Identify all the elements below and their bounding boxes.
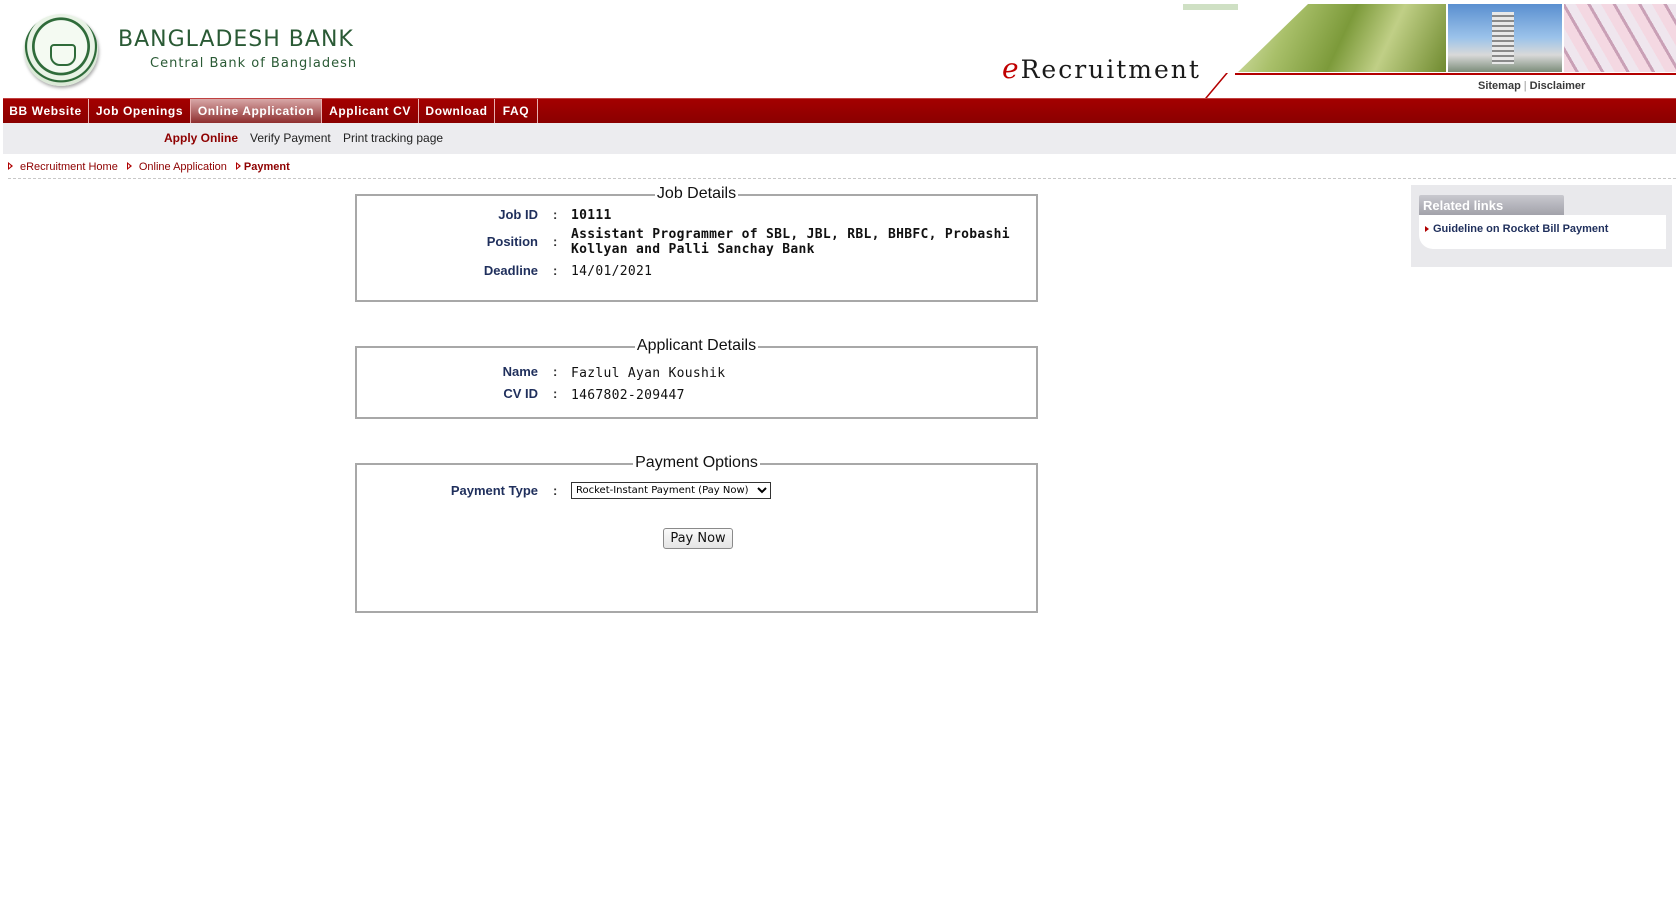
- breadcrumb-home-link[interactable]: eRecruitment Home: [20, 161, 118, 173]
- position-label: Position: [486, 234, 538, 249]
- cv-id-value: 1467802-209447: [571, 388, 685, 403]
- subnav-apply-online[interactable]: Apply Online: [164, 131, 238, 145]
- related-links-title: Related links: [1419, 195, 1564, 215]
- applicant-details-legend: Applicant Details: [634, 337, 759, 354]
- name-value: Fazlul Ayan Koushik: [571, 366, 726, 381]
- top-links: Sitemap | Disclaimer: [1478, 80, 1585, 92]
- cv-id-colon: :: [553, 386, 558, 401]
- breadcrumb-online-application-link[interactable]: Online Application: [139, 161, 227, 173]
- job-id-label: Job ID: [498, 207, 538, 222]
- rice-field-photo: [1238, 4, 1446, 72]
- erecruitment-title: eRecruitment: [1002, 52, 1201, 85]
- nav-job-openings[interactable]: Job Openings: [89, 99, 191, 123]
- bullet-arrow-icon: [1425, 226, 1429, 232]
- related-links-body: Guideline on Rocket Bill Payment: [1419, 215, 1666, 249]
- bank-name: BANGLADESH BANK: [118, 27, 354, 52]
- nav-bb-website[interactable]: BB Website: [3, 99, 89, 123]
- erecruitment-e-glyph: e: [1002, 52, 1021, 85]
- payment-type-label: Payment Type: [450, 483, 538, 498]
- sub-nav: Apply Online Verify Payment Print tracki…: [3, 123, 1676, 154]
- position-value: Assistant Programmer of SBL, JBL, RBL, B…: [571, 227, 1010, 257]
- pay-now-button[interactable]: Pay Now: [663, 528, 733, 549]
- breadcrumb: eRecruitment Home Online Application Payme…: [8, 161, 290, 173]
- related-links-panel: Related links Guideline on Rocket Bill P…: [1411, 185, 1672, 267]
- erecruitment-word: Recruitment: [1020, 55, 1201, 84]
- header-red-slant: [1203, 73, 1228, 100]
- breadcrumb-current: Payment: [243, 161, 290, 173]
- payment-options-box: Payment Options Payment Type : Rocket-In…: [355, 454, 1038, 613]
- bank-logo[interactable]: [24, 14, 98, 86]
- breadcrumb-arrow-icon: [126, 162, 132, 171]
- cv-id-label: CV ID: [503, 386, 538, 401]
- payment-options-legend: Payment Options: [633, 454, 760, 471]
- deadline-value: 14/01/2021: [571, 264, 653, 279]
- header-photo-strip: [1238, 4, 1676, 72]
- job-id-value: 10111: [571, 208, 612, 223]
- job-details-legend: Job Details: [654, 185, 739, 202]
- nav-online-application[interactable]: Online Application: [191, 99, 322, 123]
- subnav-verify-payment[interactable]: Verify Payment: [250, 131, 331, 145]
- top-links-separator: |: [1523, 80, 1527, 92]
- job-id-colon: :: [553, 207, 558, 222]
- sitemap-link[interactable]: Sitemap: [1478, 80, 1521, 92]
- name-label: Name: [502, 364, 538, 379]
- payment-type-select[interactable]: Rocket-Instant Payment (Pay Now): [571, 482, 771, 499]
- breadcrumb-divider: [8, 178, 1676, 179]
- nav-faq[interactable]: FAQ: [495, 99, 538, 123]
- site-header: BANGLADESH BANK Central Bank of Banglade…: [0, 0, 1680, 100]
- banknotes-photo: [1564, 4, 1676, 72]
- applicant-details-box: Applicant Details Name : Fazlul Ayan Kou…: [355, 337, 1038, 419]
- subnav-print-tracking[interactable]: Print tracking page: [343, 131, 443, 145]
- deadline-label: Deadline: [483, 263, 538, 278]
- breadcrumb-arrow-icon: [8, 162, 13, 171]
- nav-download[interactable]: Download: [419, 99, 495, 123]
- header-red-line: [1235, 73, 1676, 75]
- name-colon: :: [553, 364, 558, 379]
- position-colon: :: [553, 234, 558, 249]
- payment-type-colon: :: [553, 483, 558, 498]
- job-details-box: Job Details Job ID : 10111 Position : As…: [355, 185, 1038, 302]
- breadcrumb-arrow-icon: [235, 162, 241, 171]
- nav-applicant-cv[interactable]: Applicant CV: [322, 99, 419, 123]
- deadline-colon: :: [553, 263, 558, 278]
- bank-subtitle: Central Bank of Bangladesh: [150, 56, 358, 71]
- main-nav: BB Website Job Openings Online Applicati…: [3, 98, 1676, 123]
- related-link-rocket-guideline[interactable]: Guideline on Rocket Bill Payment: [1433, 223, 1608, 235]
- disclaimer-link[interactable]: Disclaimer: [1530, 80, 1586, 92]
- bank-building-photo: [1448, 4, 1562, 72]
